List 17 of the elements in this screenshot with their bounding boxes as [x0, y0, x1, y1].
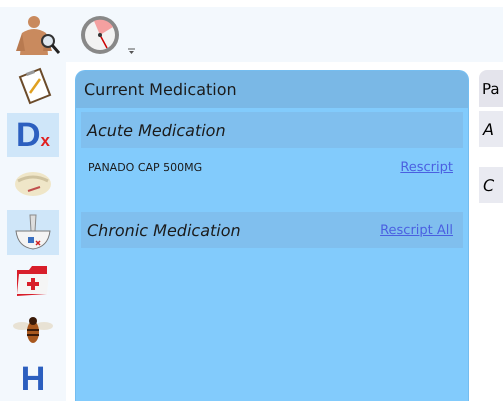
sidebar-item[interactable]: H [7, 356, 59, 401]
rescript-all-link[interactable]: Rescript All [380, 222, 453, 238]
medication-name: PANADO CAP 500MG [88, 160, 202, 174]
dropdown-icon[interactable] [128, 48, 135, 54]
section-title: Chronic Medication [87, 220, 241, 240]
glyph-icon: H [20, 362, 46, 396]
section-title: Acute Medication [87, 120, 226, 140]
gauge-icon[interactable] [80, 14, 120, 54]
section-header: C [479, 167, 503, 203]
rescript-link[interactable]: Rescript [400, 160, 453, 174]
glyph-icon: Dx [16, 118, 50, 152]
sidebar-item[interactable]: Dx [7, 112, 59, 158]
panel-title: Pa [479, 70, 503, 107]
panel-title: Current Medication [76, 71, 468, 108]
person-magnifier-icon[interactable] [14, 14, 60, 54]
section-header: A [479, 111, 503, 147]
medical-folder-icon [15, 264, 51, 298]
